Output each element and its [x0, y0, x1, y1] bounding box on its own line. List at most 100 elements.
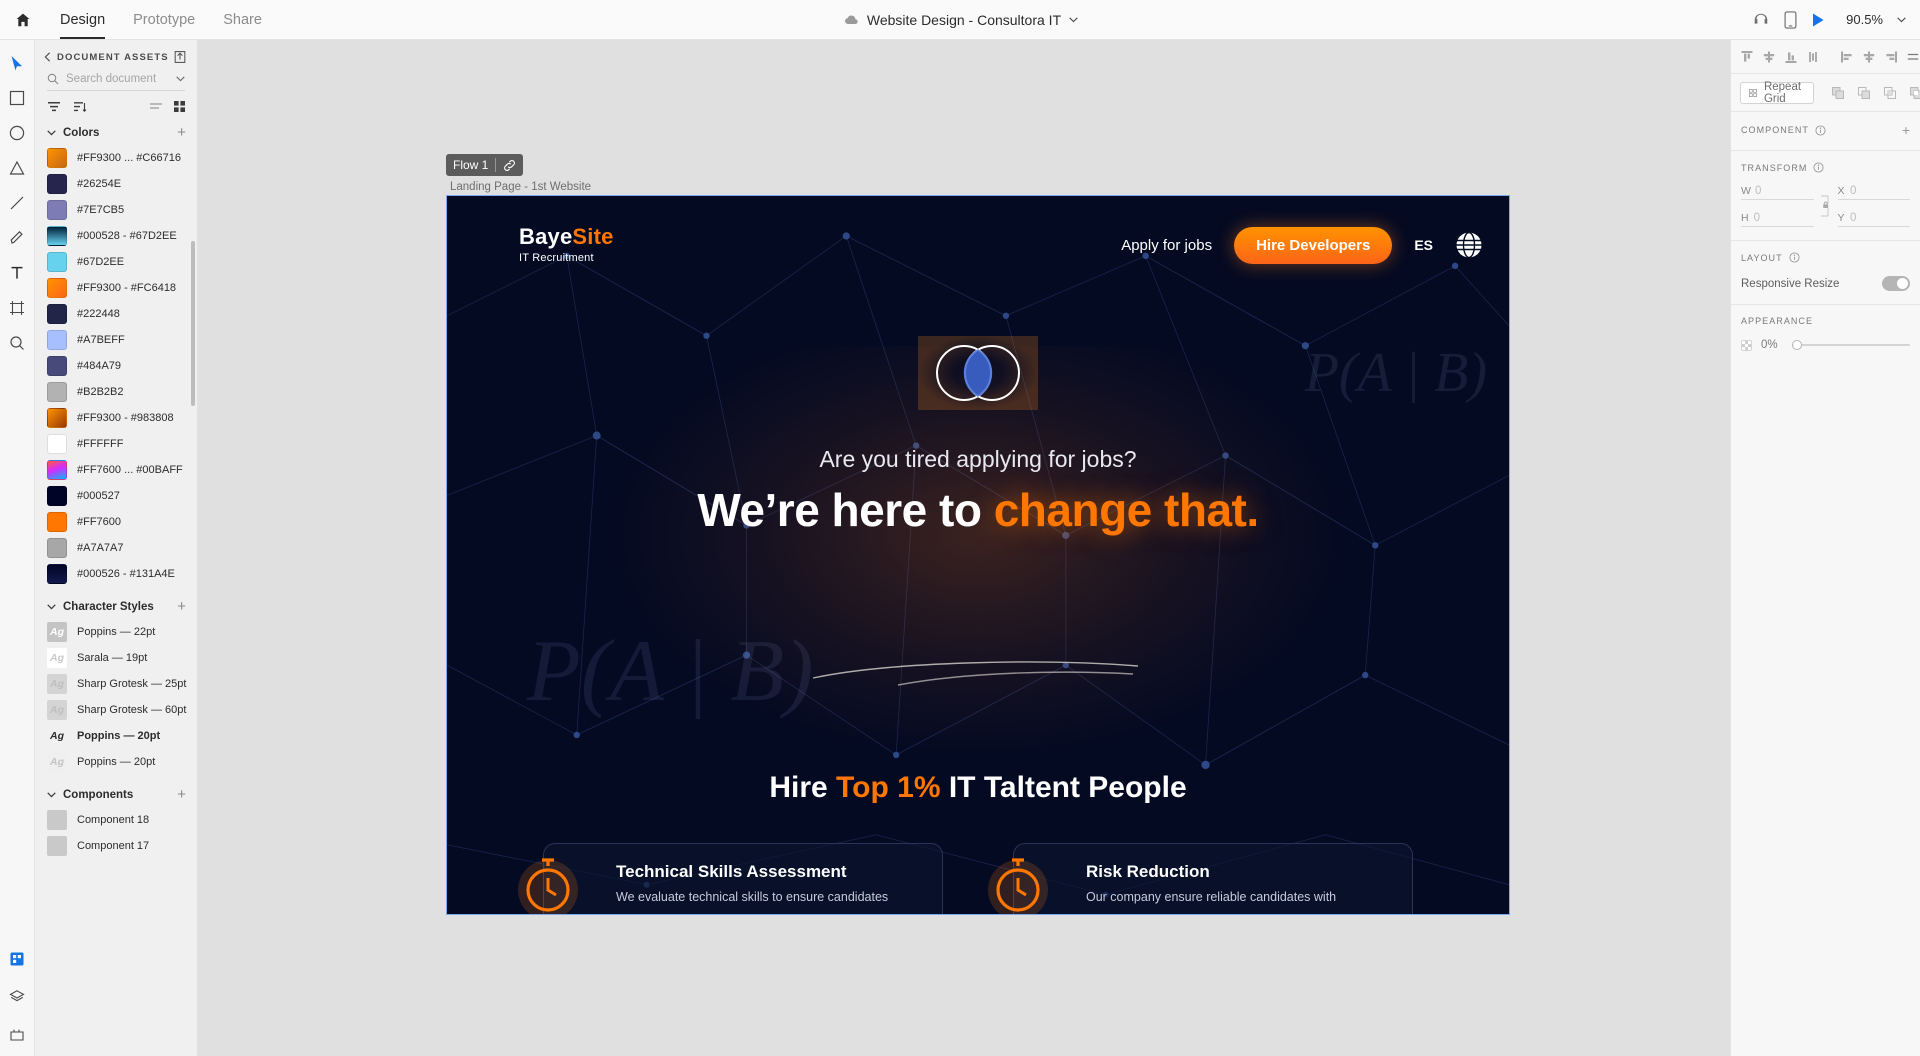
desktop-preview-button[interactable]: [1811, 12, 1825, 28]
feature-card-risk-reduction[interactable]: Risk Reduction Our company ensure reliab…: [988, 843, 1413, 914]
design-canvas[interactable]: Flow 1 Landing Page - 1st Website P(A | …: [198, 40, 1730, 1056]
color-asset-item[interactable]: #FF9300 - #983808: [35, 405, 197, 431]
character-style-item[interactable]: Ag Poppins — 20pt: [35, 749, 197, 775]
tab-prototype[interactable]: Prototype: [119, 0, 209, 39]
boolean-intersect-icon[interactable]: [1880, 82, 1900, 104]
responsive-resize-toggle[interactable]: [1882, 276, 1910, 291]
device-preview-button[interactable]: [1784, 10, 1797, 29]
zoom-dropdown-button[interactable]: [1897, 16, 1906, 23]
polygon-tool[interactable]: [4, 155, 30, 181]
rectangle-tool[interactable]: [4, 85, 30, 111]
x-field[interactable]: X: [1837, 185, 1910, 200]
tab-design[interactable]: Design: [46, 0, 119, 39]
x-input[interactable]: [1849, 185, 1910, 197]
align-left-icon[interactable]: [1837, 46, 1857, 68]
color-asset-item[interactable]: #000527: [35, 483, 197, 509]
color-asset-item[interactable]: #FF9300 - #FC6418: [35, 275, 197, 301]
y-field[interactable]: Y: [1837, 212, 1910, 227]
character-style-item[interactable]: Ag Sharp Grotesk — 25pt: [35, 671, 197, 697]
coediting-button[interactable]: [1752, 11, 1770, 29]
pen-tool[interactable]: [4, 225, 30, 251]
export-assets-button[interactable]: [173, 50, 187, 64]
text-tool[interactable]: [4, 260, 30, 286]
color-asset-item[interactable]: #7E7CB5: [35, 197, 197, 223]
colors-collapse-toggle[interactable]: Colors: [47, 127, 99, 139]
info-icon[interactable]: [1789, 252, 1800, 263]
site-logo[interactable]: BayeSite IT Recruitment: [519, 226, 614, 264]
color-asset-item[interactable]: #000528 - #67D2EE: [35, 223, 197, 249]
color-asset-item[interactable]: #FF7600: [35, 509, 197, 535]
list-view-icon[interactable]: [149, 101, 163, 113]
document-title-button[interactable]: Website Design - Consultora IT: [842, 12, 1078, 28]
grid-view-icon[interactable]: [173, 100, 186, 113]
color-asset-item[interactable]: #B2B2B2: [35, 379, 197, 405]
assets-panel-toggle[interactable]: [4, 946, 30, 972]
nav-cta-hire-developers[interactable]: Hire Developers: [1234, 226, 1393, 264]
ellipse-tool[interactable]: [4, 120, 30, 146]
globe-icon[interactable]: [1455, 231, 1483, 259]
select-tool[interactable]: [4, 50, 30, 76]
align-bottom-icon[interactable]: [1781, 46, 1801, 68]
color-asset-item[interactable]: #FF7600 ... #00BAFF: [35, 457, 197, 483]
nav-language-selector[interactable]: ES: [1414, 237, 1433, 253]
nav-link-apply-for-jobs[interactable]: Apply for jobs: [1121, 237, 1212, 254]
component-asset-item[interactable]: Component 17: [35, 833, 197, 859]
distribute-horizontal-icon[interactable]: [1903, 46, 1920, 68]
tab-share[interactable]: Share: [209, 0, 276, 39]
sort-icon[interactable]: [73, 101, 87, 113]
color-asset-item[interactable]: #67D2EE: [35, 249, 197, 275]
components-collapse-toggle[interactable]: Components: [47, 789, 133, 801]
repeat-grid-button[interactable]: Repeat Grid: [1740, 81, 1815, 105]
color-asset-item[interactable]: #A7BEFF: [35, 327, 197, 353]
artboard-name-label[interactable]: Landing Page - 1st Website: [450, 181, 591, 193]
character-style-item[interactable]: Ag Poppins — 20pt: [35, 723, 197, 749]
opacity-slider-knob[interactable]: [1792, 340, 1802, 350]
add-color-button[interactable]: +: [177, 125, 186, 140]
info-icon[interactable]: [1815, 124, 1826, 136]
y-input[interactable]: [1849, 212, 1910, 224]
opacity-slider[interactable]: [1792, 339, 1910, 351]
component-asset-item[interactable]: Component 18: [35, 807, 197, 833]
color-asset-item[interactable]: #FFFFFF: [35, 431, 197, 457]
align-horizontal-center-icon[interactable]: [1859, 46, 1879, 68]
color-asset-item[interactable]: #26254E: [35, 171, 197, 197]
add-component-to-library-button[interactable]: +: [1902, 123, 1910, 137]
assets-back-button[interactable]: DOCUMENT ASSETS: [44, 52, 169, 63]
add-character-style-button[interactable]: +: [177, 599, 186, 614]
info-icon[interactable]: [1813, 162, 1825, 173]
zoom-tool[interactable]: [4, 330, 30, 356]
distribute-vertical-icon[interactable]: [1803, 46, 1823, 68]
character-style-item[interactable]: Ag Sarala — 19pt: [35, 645, 197, 671]
line-tool[interactable]: [4, 190, 30, 216]
color-asset-item[interactable]: #222448: [35, 301, 197, 327]
opacity-value[interactable]: 0%: [1761, 339, 1783, 351]
zoom-level-value[interactable]: 90.5%: [1839, 12, 1883, 27]
flow-badge[interactable]: Flow 1: [446, 154, 524, 176]
plugins-panel-toggle[interactable]: [4, 1022, 30, 1048]
align-top-icon[interactable]: [1737, 46, 1757, 68]
width-input[interactable]: [1755, 185, 1814, 197]
width-field[interactable]: W: [1741, 185, 1814, 200]
boolean-subtract-icon[interactable]: [1854, 82, 1874, 104]
boolean-exclude-icon[interactable]: [1906, 82, 1920, 104]
align-right-icon[interactable]: [1881, 46, 1901, 68]
filter-icon[interactable]: [47, 101, 61, 113]
character-style-item[interactable]: Ag Poppins — 22pt: [35, 619, 197, 645]
color-asset-item[interactable]: #FF9300 ... #C66716: [35, 145, 197, 171]
add-component-button[interactable]: +: [177, 787, 186, 802]
align-vertical-center-icon[interactable]: [1759, 46, 1779, 68]
artboard-landing-page[interactable]: P(A | B) P(A | B) BayeSite IT Recruitmen…: [446, 195, 1510, 915]
boolean-add-icon[interactable]: [1828, 82, 1848, 104]
aspect-lock[interactable]: [1820, 194, 1832, 218]
color-asset-item[interactable]: #A7A7A7: [35, 535, 197, 561]
character-style-item[interactable]: Ag Sharp Grotesk — 60pt: [35, 697, 197, 723]
chevron-down-icon[interactable]: [176, 76, 185, 82]
search-input[interactable]: [66, 73, 169, 85]
assets-scroll-area[interactable]: Colors + #FF9300 ... #C66716 #26254E #7E7C…: [35, 119, 197, 1056]
feature-card-technical-skills[interactable]: Technical Skills Assessment We evaluate …: [518, 843, 943, 914]
height-input[interactable]: [1753, 212, 1814, 224]
height-field[interactable]: H: [1741, 212, 1814, 227]
layers-panel-toggle[interactable]: [4, 984, 30, 1010]
artboard-tool[interactable]: [4, 295, 30, 321]
character-styles-collapse-toggle[interactable]: Character Styles: [47, 601, 154, 613]
